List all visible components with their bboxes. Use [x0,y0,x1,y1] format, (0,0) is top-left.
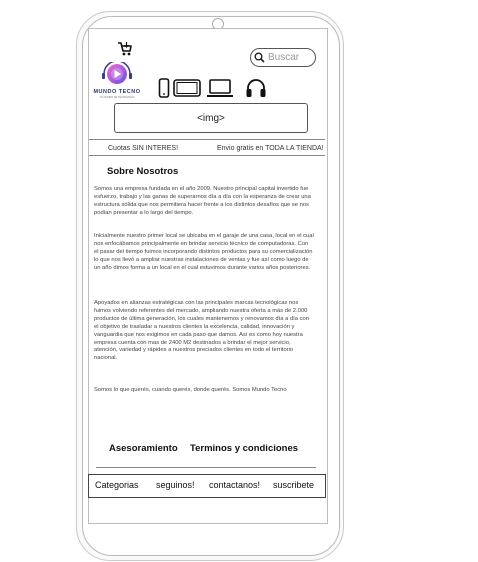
laptop-icon[interactable] [206,78,234,98]
nav-follow[interactable]: seguinos! [156,480,195,490]
divider [89,155,325,156]
search-input[interactable] [265,50,310,65]
search-icon [254,52,265,63]
advice-link[interactable]: Asesoramiento [109,443,178,454]
banner-image[interactable]: <img> [114,103,308,133]
logo-subtext: TU MUNDO DE TECNOLOGÍA [99,96,135,99]
divider [89,139,325,140]
search-bar[interactable] [250,48,316,67]
nav-subscribe[interactable]: suscribete [273,480,314,490]
banner-image-label: <img> [197,112,225,124]
about-paragraph: Apoyados en alianzas estratégicas con la… [94,300,309,362]
cart-icon[interactable] [117,41,133,57]
about-paragraph: Inicialmente nuestro primer local se ubi… [94,233,314,271]
about-paragraph: Somos lo que querés, cuando querés, dond… [94,387,287,393]
promo-installments: Cuotas SIN INTERES! [108,145,179,152]
tablet-icon[interactable] [173,78,201,98]
headphones-icon[interactable] [245,78,267,98]
about-paragraph: Somos una empresa fundada en el año 2009… [94,186,311,216]
terms-link[interactable]: Terminos y condiciones [190,443,298,454]
nav-contact[interactable]: contactanos! [209,480,260,490]
promo-free-shipping: Envio gratis en TODA LA TIENDA! [217,145,324,152]
logo-text: MUNDO TECNO [93,89,141,95]
smartphone-icon[interactable] [158,78,170,98]
nav-categories[interactable]: Categorias [95,480,139,490]
about-title: Sobre Nosotros [107,166,179,177]
divider [96,467,316,468]
